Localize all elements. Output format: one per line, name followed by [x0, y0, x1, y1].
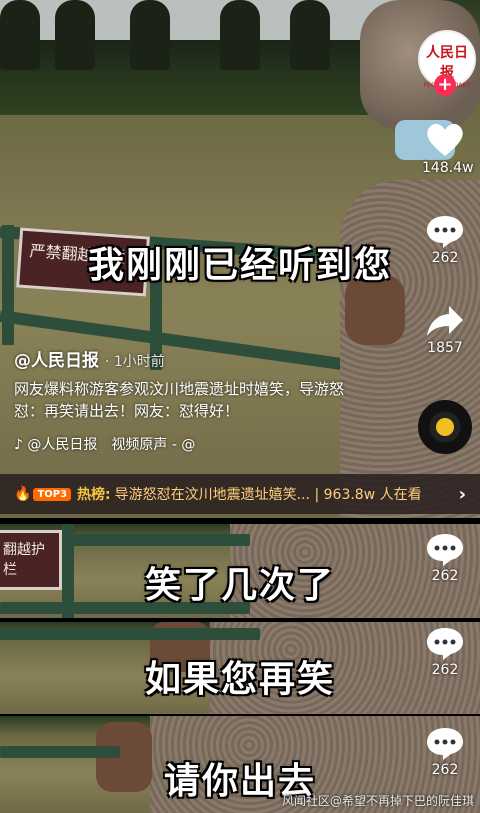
hot-label: 热榜:: [77, 487, 111, 503]
post-time: · 1小时前: [104, 354, 165, 370]
follow-button[interactable]: +: [434, 74, 456, 96]
video-frame-1[interactable]: 严禁翻越护栏 我刚刚已经听到您 人民日报 PEOPLE'S DAILY + 14…: [0, 0, 480, 518]
chevron-right-icon: ›: [458, 483, 466, 505]
subtitle-caption: 我刚刚已经听到您: [87, 245, 392, 286]
video-frame-4[interactable]: 请你出去 262 风闻社区@希望不再掉下巴的阮佳琪: [0, 716, 480, 813]
like-count: 148.4w: [422, 160, 474, 176]
disc-center: [436, 418, 454, 436]
fence-rail: [0, 628, 260, 640]
like-button[interactable]: 148.4w: [422, 122, 474, 176]
comment-button[interactable]: 262: [422, 726, 468, 778]
video-frame-3[interactable]: 如果您再笑 262: [0, 622, 480, 714]
comment-count: 262: [431, 568, 459, 584]
tree: [220, 0, 260, 70]
tree: [55, 0, 95, 70]
video-description: 网友爆料称游客参观汶川地震遗址时嬉笑，导游怒怼：再笑请出去！网友：怼得好！: [14, 380, 345, 420]
comment-icon: [425, 726, 465, 760]
hot-list-bar[interactable]: 🔥 TOP3 热榜: 导游怒怼在汶川地震遗址嬉笑... | 963.8w 人在看…: [0, 474, 480, 514]
watermark: 风闻社区@希望不再掉下巴的阮佳琪: [281, 794, 474, 808]
share-button[interactable]: 1857: [422, 304, 468, 356]
subtitle-caption: 笑了几次了: [144, 565, 335, 606]
heart-icon: [425, 122, 465, 158]
comment-count: 262: [431, 662, 459, 678]
subtitle-caption: 如果您再笑: [144, 659, 335, 700]
comment-button[interactable]: 262: [422, 214, 468, 266]
rank-badge: TOP3: [33, 487, 72, 501]
tree: [0, 0, 40, 70]
music-note-icon: ♪: [14, 437, 23, 453]
share-icon: [425, 304, 465, 338]
comment-button[interactable]: 262: [422, 532, 468, 584]
fire-icon: 🔥: [14, 486, 32, 502]
comment-icon: [425, 214, 465, 248]
music-line[interactable]: ♪ @人民日报 视频原声 - @: [14, 434, 195, 454]
author-name[interactable]: @人民日报: [14, 351, 99, 371]
comment-button[interactable]: 262: [422, 626, 468, 678]
comment-count: 262: [431, 250, 459, 266]
comment-icon: [425, 626, 465, 660]
hot-title: 导游怒怼在汶川地震遗址嬉笑... | 963.8w 人在看: [114, 487, 422, 503]
tree: [130, 0, 170, 70]
author-line[interactable]: @人民日报 · 1小时前: [14, 346, 165, 371]
comment-count: 262: [431, 762, 459, 778]
share-count: 1857: [427, 340, 463, 356]
video-frame-2[interactable]: 翻越护栏 笑了几次了 262: [0, 524, 480, 618]
comment-icon: [425, 532, 465, 566]
music-text: @人民日报 视频原声 - @: [27, 437, 196, 453]
tree: [290, 0, 330, 70]
music-disc-icon[interactable]: [418, 400, 472, 454]
